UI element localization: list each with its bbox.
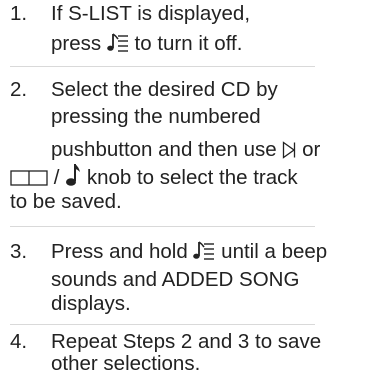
- step-number: 3.: [10, 240, 28, 263]
- step-text: Select the desired CD by: [51, 78, 278, 101]
- step-text: to be saved.: [10, 190, 122, 213]
- list-music-icon: [107, 33, 129, 53]
- separator: /: [53, 166, 60, 189]
- music-note-icon: [65, 163, 81, 187]
- step-text: Press and hold: [51, 240, 188, 263]
- step-text: to turn it off.: [134, 32, 243, 55]
- step-text-line: pushbutton and then use or: [51, 138, 320, 162]
- step-text-line: / knob to select the track: [10, 163, 298, 190]
- step-text: If S-LIST is displayed,: [51, 2, 251, 25]
- step-text: until a beep: [221, 240, 328, 263]
- step-text-line: press to turn it off.: [51, 32, 242, 56]
- step-number: 1.: [10, 2, 28, 25]
- step-text: displays.: [51, 292, 131, 315]
- step-text-line: Press and hold until a beep: [51, 240, 327, 264]
- step-text: pressing the numbered: [51, 105, 261, 128]
- tune-box-icon: [10, 169, 48, 187]
- step-text: pushbutton and then use: [51, 138, 277, 161]
- divider: [10, 66, 315, 67]
- step-text: Repeat Steps 2 and 3 to save: [51, 330, 322, 353]
- divider: [10, 226, 315, 227]
- step-text: knob to select the track: [86, 166, 298, 189]
- step-number: 2.: [10, 78, 28, 101]
- step-text: sounds and ADDED SONG: [51, 268, 300, 291]
- step-text: or: [302, 138, 321, 161]
- divider: [10, 324, 315, 325]
- seek-right-icon: [282, 141, 296, 159]
- step-text: other selections.: [51, 352, 201, 375]
- step-text: press: [51, 32, 102, 55]
- step-number: 4.: [10, 330, 28, 353]
- list-music-icon: [193, 241, 215, 261]
